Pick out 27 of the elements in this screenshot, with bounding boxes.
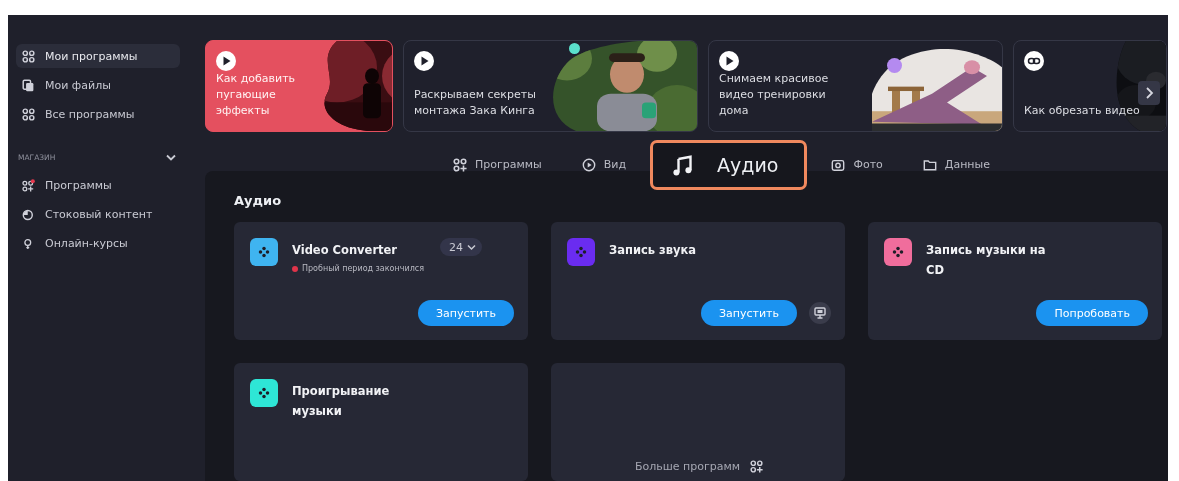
sidebar-item[interactable]: Стоковый контент — [16, 202, 180, 226]
category-tab[interactable]: Фото — [811, 157, 903, 172]
sidebar-item[interactable]: Мои файлы — [16, 73, 180, 97]
app-name: Проигрывание музыки — [292, 383, 391, 420]
app-name: Запись музыки на CD — [926, 242, 1047, 279]
sidebar-item[interactable]: Программы — [16, 173, 180, 197]
category-tab[interactable]: Данные — [902, 157, 1010, 172]
more-programs-label: Больше программ — [634, 460, 741, 473]
sidebar-item[interactable]: Все программы — [16, 102, 180, 126]
category-tab[interactable]: Вид — [561, 157, 647, 172]
app-name: Запись звука — [609, 242, 697, 259]
banner-card[interactable]: Как добавить пугающие эффекты — [205, 40, 393, 133]
category-tab[interactable]: Аудио — [650, 139, 808, 190]
more-programs-card[interactable]: Больше программ — [551, 363, 845, 481]
status-text: Пробный период закончился — [302, 264, 424, 273]
banner-title: Снимаем красивое видео тренировки дома — [719, 71, 830, 120]
sidebar-item[interactable]: Мои программы — [16, 44, 180, 68]
banner-title: Как обрезать видео — [1024, 103, 1141, 120]
banner-title: Как добавить пугающие эффекты — [216, 71, 297, 120]
section-title: Аудио — [234, 193, 283, 208]
banner-card[interactable]: Как обрезать видео — [1013, 40, 1167, 133]
version-dropdown[interactable]: 24 — [440, 238, 482, 256]
banner-card[interactable]: Снимаем красивое видео тренировки дома — [708, 40, 1003, 133]
banner-card[interactable]: Раскрываем секреты монтажа Зака Кинга — [403, 40, 698, 133]
sidebar-item[interactable]: Онлайн-курсы — [16, 231, 180, 255]
app-name: Video Converter — [292, 242, 399, 259]
banner-title: Раскрываем секреты монтажа Зака Кинга — [414, 87, 537, 120]
